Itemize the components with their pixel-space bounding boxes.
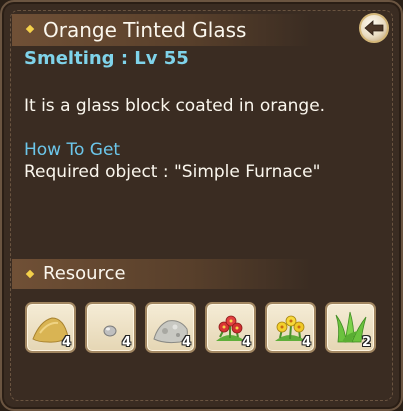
how-to-get-heading: How To Get: [24, 140, 121, 160]
resource-slot-sand[interactable]: 4: [25, 302, 76, 353]
skill-level: Smelting : Lv 55: [24, 48, 189, 69]
back-arrow-icon: [364, 20, 384, 36]
back-button[interactable]: [359, 13, 389, 43]
resource-heading: Resource: [43, 263, 126, 284]
resource-count: 4: [241, 335, 251, 350]
item-description: It is a glass block coated in orange.: [24, 96, 326, 116]
resource-count: 4: [181, 335, 191, 350]
resource-slot-stone[interactable]: 4: [145, 302, 196, 353]
resource-slot-pebble[interactable]: 4: [85, 302, 136, 353]
item-info-panel: Orange Tinted Glass Smelting : Lv 55 It …: [0, 0, 403, 411]
resource-count: 4: [121, 335, 131, 350]
resource-count: 2: [361, 335, 371, 350]
how-to-get-text: Required object : "Simple Furnace": [24, 162, 321, 182]
resource-count: 4: [61, 335, 71, 350]
item-title: Orange Tinted Glass: [43, 18, 247, 42]
resource-slot-red-flower[interactable]: 4: [205, 302, 256, 353]
resource-slot-yellow-flower[interactable]: 4: [265, 302, 316, 353]
resource-slots: 4 4 4 4 4 2: [25, 302, 376, 353]
resource-slot-grass[interactable]: 2: [325, 302, 376, 353]
resource-count: 4: [301, 335, 311, 350]
